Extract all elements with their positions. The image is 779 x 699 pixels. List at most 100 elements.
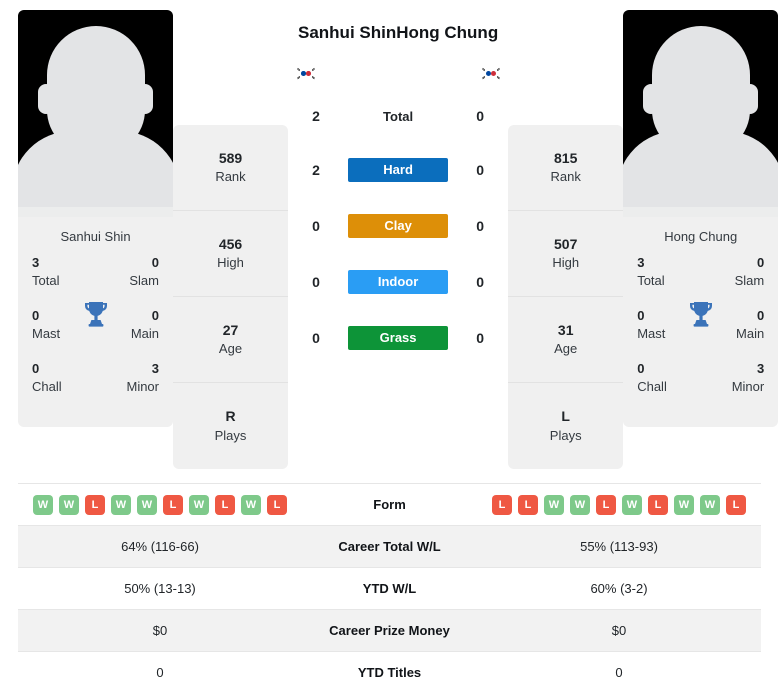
title-stat-label: Mast (32, 325, 61, 341)
form-badge-loss[interactable]: L (648, 494, 668, 515)
player-caption-left: Sanhui Shin (60, 229, 131, 244)
h2h-score-right: 0 (476, 274, 485, 290)
avatar-silhouette-ear-right (742, 84, 759, 114)
table-row: 0 YTD Titles 0 (18, 651, 761, 694)
stat-cell-rank: 589 Rank (173, 125, 288, 211)
title-stat-label: Total (637, 272, 665, 288)
row-label: Career Total W/L (338, 539, 441, 554)
trophy-icon (688, 300, 714, 328)
stat-label: High (217, 255, 244, 271)
row-label: YTD W/L (362, 581, 417, 596)
trophy-icon (83, 300, 109, 328)
south-korea-flag-icon (479, 65, 502, 81)
form-badge-win[interactable]: W (700, 494, 720, 515)
title-stat-label: Chall (32, 378, 62, 394)
player-caption-right: Hong Chung (664, 229, 738, 244)
form-badge-loss[interactable]: L (267, 494, 287, 515)
surface-badge-clay[interactable]: Clay (348, 214, 449, 238)
form-badge-win[interactable]: W (59, 494, 79, 515)
stat-value: L (561, 408, 570, 425)
head-to-head-column: Sanhui Shin Hong Chung 2 Total 0 2 Hard … (288, 10, 508, 366)
stat-cell-age: 31 Age (508, 297, 624, 383)
h2h-label-wrap: Grass (338, 326, 458, 350)
stat-value: R (225, 408, 236, 425)
h2h-score-right: 0 (476, 108, 485, 124)
row-value-right: 55% (113-93) (580, 539, 658, 554)
surface-badge-indoor[interactable]: Indoor (348, 270, 449, 294)
form-badge-loss[interactable]: L (492, 494, 512, 515)
h2h-score-left: 0 (312, 330, 320, 346)
title-stat-label: Total (32, 272, 60, 288)
player-panel-right: Hong Chung 3 Total 0 Slam 0 Mast 0 Main … (623, 10, 779, 428)
title-stat-value: 3 (151, 361, 159, 377)
stat-label: Rank (215, 169, 246, 185)
title-stat-slam: 0 Slam (109, 254, 163, 289)
avatar-silhouette-shoulders (18, 131, 173, 207)
stat-cell-plays: L Plays (508, 383, 623, 469)
avatar-silhouette-shoulders (623, 131, 779, 207)
h2h-label-wrap: Indoor (338, 270, 458, 294)
form-badge-loss[interactable]: L (215, 494, 235, 515)
form-badges-left: WWLWWLWLWL (18, 494, 302, 515)
title-stat-minor: 3 Minor (109, 360, 163, 395)
stat-value: 456 (218, 235, 243, 252)
title-stat-label: Slam (734, 272, 765, 288)
flag-left-wrap (294, 65, 317, 81)
avatar-silhouette-ear-right (137, 84, 153, 114)
title-stat-main: 0 Main (714, 307, 768, 342)
h2h-score-left: 2 (312, 108, 320, 124)
surface-badge-grass[interactable]: Grass (348, 326, 449, 350)
title-stat-value: 3 (756, 361, 765, 377)
h2h-label-wrap: Hard (338, 158, 458, 182)
avatar-silhouette-base (18, 207, 173, 217)
stat-label: Plays (214, 427, 247, 443)
form-badge-win[interactable]: W (189, 494, 209, 515)
title-stat-value: 0 (637, 361, 645, 377)
stat-value: 507 (554, 235, 578, 252)
h2h-row-indoor: 0 Indoor 0 (294, 254, 502, 310)
title-stat-value: 0 (756, 255, 765, 270)
row-label: Career Prize Money (329, 623, 450, 638)
form-badge-win[interactable]: W (33, 494, 53, 515)
form-badge-loss[interactable]: L (518, 494, 538, 515)
form-badge-win[interactable]: W (137, 494, 157, 515)
table-row-form: WWLWWLWLWL Form LLWWLWLWWL (18, 483, 761, 526)
title-stat-value: 0 (756, 308, 765, 324)
form-badge-loss[interactable]: L (85, 494, 105, 515)
title-stat-chall: 0 Chall (633, 360, 687, 395)
h2h-row-total: 2 Total 0 (294, 90, 502, 142)
player-name-left[interactable]: Sanhui Shin (294, 23, 396, 43)
form-badge-loss[interactable]: L (163, 494, 183, 515)
avatar-silhouette-base (623, 207, 779, 217)
form-badge-loss[interactable]: L (726, 494, 746, 515)
h2h-label: Total (383, 108, 414, 124)
form-badge-win[interactable]: W (622, 494, 642, 515)
form-badge-loss[interactable]: L (596, 494, 616, 515)
stat-value: 31 (557, 321, 574, 338)
title-stat-label: Minor (731, 378, 765, 394)
row-value-right: 0 (615, 665, 623, 680)
stat-cell-high: 456 High (173, 211, 288, 297)
h2h-row-grass: 0 Grass 0 (294, 310, 502, 366)
title-stat-minor: 3 Minor (714, 360, 768, 395)
stat-value: 27 (222, 321, 239, 338)
title-stat-label: Main (736, 325, 765, 341)
title-stat-label: Slam (129, 272, 159, 288)
title-stat-mast: 0 Mast (633, 307, 687, 342)
player-name-right[interactable]: Hong Chung (396, 23, 502, 43)
form-badge-win[interactable]: W (544, 494, 564, 515)
comparison-header: Sanhui Shin 3 Total 0 Slam 0 Mast 0 Main… (0, 0, 779, 469)
form-badge-win[interactable]: W (111, 494, 131, 515)
h2h-label-wrap: Total (338, 109, 458, 124)
row-label: YTD Titles (357, 665, 422, 680)
form-badge-win[interactable]: W (570, 494, 590, 515)
form-badge-win[interactable]: W (241, 494, 261, 515)
title-stat-total: 3 Total (28, 254, 82, 289)
form-badge-win[interactable]: W (674, 494, 694, 515)
surface-badge-hard[interactable]: Hard (348, 158, 449, 182)
stat-label: Age (554, 341, 578, 357)
row-value-left: 0 (156, 665, 164, 680)
h2h-score-right: 0 (476, 218, 485, 234)
title-stat-total: 3 Total (633, 254, 687, 289)
player-photo-left (18, 10, 173, 217)
